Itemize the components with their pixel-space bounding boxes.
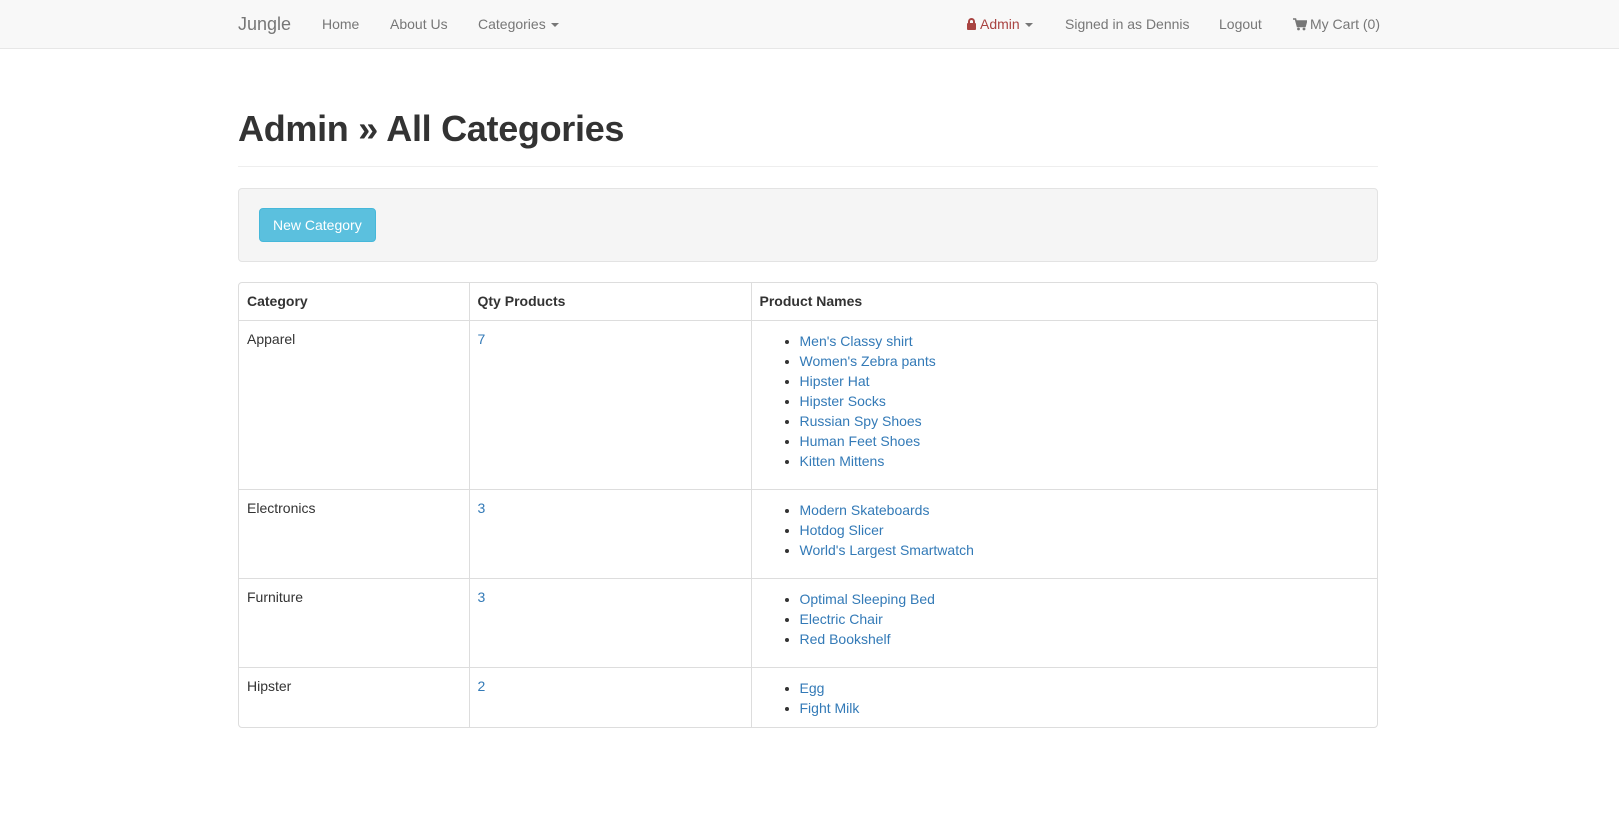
list-item: Women's Zebra pants <box>800 351 1370 371</box>
product-link[interactable]: Modern Skateboards <box>800 502 930 518</box>
my-cart-link[interactable]: My Cart (0) <box>1293 0 1380 48</box>
list-item: Russian Spy Shoes <box>800 411 1370 431</box>
brand-link[interactable]: Jungle <box>238 0 291 48</box>
category-cell: Electronics <box>239 489 470 579</box>
list-item: Electric Chair <box>800 609 1370 629</box>
product-link[interactable]: Electric Chair <box>800 611 883 627</box>
table-row: Apparel 7 Men's Classy shirt Women's Zeb… <box>239 320 1377 490</box>
nav-categories-dropdown[interactable]: Categories <box>478 0 559 48</box>
page-title: Admin » All Categories <box>238 108 625 149</box>
product-link[interactable]: Hipster Hat <box>800 373 870 389</box>
lock-icon <box>967 18 976 30</box>
qty-link[interactable]: 3 <box>478 589 486 605</box>
list-item: Men's Classy shirt <box>800 331 1370 351</box>
qty-link[interactable]: 3 <box>478 500 486 516</box>
category-cell: Furniture <box>239 578 470 668</box>
table-header-row: Category Qty Products Product Names <box>239 283 1377 321</box>
nav-about-link[interactable]: About Us <box>390 0 448 48</box>
product-link[interactable]: Hipster Socks <box>800 393 886 409</box>
product-names-cell: Modern Skateboards Hotdog Slicer World's… <box>751 489 1377 579</box>
logout-link[interactable]: Logout <box>1219 0 1262 48</box>
qty-cell: 2 <box>469 667 752 727</box>
product-link[interactable]: Women's Zebra pants <box>800 353 936 369</box>
list-item: Kitten Mittens <box>800 451 1370 471</box>
my-cart-label: My Cart (0) <box>1310 16 1380 32</box>
header-product-names: Product Names <box>751 283 1377 321</box>
product-link[interactable]: Red Bookshelf <box>800 631 891 647</box>
list-item: Egg <box>800 678 1370 698</box>
product-names-cell: Men's Classy shirt Women's Zebra pants H… <box>751 320 1377 490</box>
qty-cell: 3 <box>469 489 752 579</box>
category-cell: Hipster <box>239 667 470 727</box>
product-list: Optimal Sleeping Bed Electric Chair Red … <box>760 589 1370 649</box>
shopping-cart-icon <box>1293 16 1310 32</box>
product-link[interactable]: Hotdog Slicer <box>800 522 884 538</box>
product-names-cell: Egg Fight Milk <box>751 667 1377 727</box>
product-link[interactable]: Optimal Sleeping Bed <box>800 591 935 607</box>
caret-down-icon <box>550 23 559 28</box>
list-item: Fight Milk <box>800 698 1370 718</box>
title-divider <box>238 166 1378 167</box>
qty-link[interactable]: 2 <box>478 678 486 694</box>
new-category-button[interactable]: New Category <box>259 208 376 242</box>
list-item: Modern Skateboards <box>800 500 1370 520</box>
list-item: World's Largest Smartwatch <box>800 540 1370 560</box>
nav-admin-dropdown[interactable]: Admin <box>967 0 1033 48</box>
list-item: Hipster Hat <box>800 371 1370 391</box>
qty-cell: 3 <box>469 578 752 668</box>
categories-table: Category Qty Products Product Names Appa… <box>239 283 1377 727</box>
table-row: Furniture 3 Optimal Sleeping Bed Electri… <box>239 578 1377 668</box>
product-list: Men's Classy shirt Women's Zebra pants H… <box>760 331 1370 471</box>
product-names-cell: Optimal Sleeping Bed Electric Chair Red … <box>751 578 1377 668</box>
signed-in-user-link[interactable]: Signed in as Dennis <box>1065 0 1190 48</box>
list-item: Human Feet Shoes <box>800 431 1370 451</box>
list-item: Hipster Socks <box>800 391 1370 411</box>
table-row: Electronics 3 Modern Skateboards Hotdog … <box>239 489 1377 579</box>
list-item: Red Bookshelf <box>800 629 1370 649</box>
nav-admin-label: Admin <box>980 16 1020 32</box>
product-link[interactable]: Men's Classy shirt <box>800 333 913 349</box>
nav-home-link[interactable]: Home <box>322 0 359 48</box>
qty-cell: 7 <box>469 320 752 490</box>
product-link[interactable]: Fight Milk <box>800 700 860 716</box>
product-link[interactable]: Egg <box>800 680 825 696</box>
product-list: Egg Fight Milk <box>760 678 1370 718</box>
product-link[interactable]: World's Largest Smartwatch <box>800 542 974 558</box>
qty-link[interactable]: 7 <box>478 331 486 347</box>
table-row: Hipster 2 Egg Fight Milk <box>239 667 1377 727</box>
list-item: Hotdog Slicer <box>800 520 1370 540</box>
actions-well: New Category <box>238 188 1378 262</box>
product-list: Modern Skateboards Hotdog Slicer World's… <box>760 500 1370 560</box>
category-cell: Apparel <box>239 320 470 490</box>
caret-down-icon <box>1024 23 1033 28</box>
product-link[interactable]: Kitten Mittens <box>800 453 885 469</box>
header-qty-products: Qty Products <box>469 283 752 321</box>
top-navbar: Jungle Home About Us Categories Admin Si… <box>0 0 1619 49</box>
categories-table-wrapper: Category Qty Products Product Names Appa… <box>238 282 1378 728</box>
product-link[interactable]: Human Feet Shoes <box>800 433 921 449</box>
nav-categories-label: Categories <box>478 16 546 32</box>
list-item: Optimal Sleeping Bed <box>800 589 1370 609</box>
product-link[interactable]: Russian Spy Shoes <box>800 413 922 429</box>
header-category: Category <box>239 283 470 321</box>
